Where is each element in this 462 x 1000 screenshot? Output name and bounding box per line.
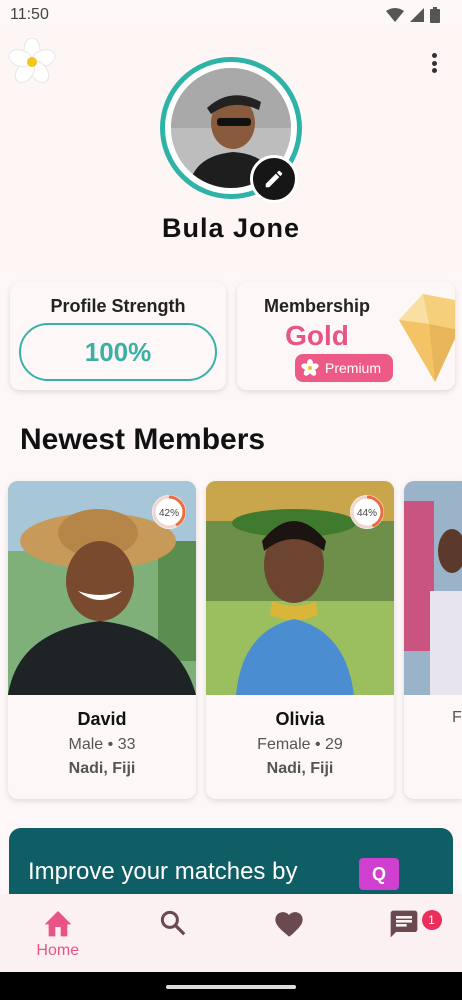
match-percent: 44% — [357, 508, 377, 519]
match-percent-ring: 44% — [350, 495, 384, 529]
nav-messages[interactable]: 1 — [347, 894, 462, 972]
member-info: Olivia Female • 29 Nadi, Fiji — [206, 695, 394, 778]
profile-header: Bula Jone — [0, 30, 462, 270]
profile-strength-value: 100% — [19, 323, 217, 381]
member-info: David Male • 33 Nadi, Fiji — [8, 695, 196, 778]
membership-tier: Gold — [285, 320, 349, 351]
member-photo — [404, 481, 462, 695]
nav-search[interactable] — [116, 894, 232, 972]
edit-profile-button[interactable] — [250, 155, 298, 203]
home-icon — [44, 911, 72, 937]
nav-home-label: Home — [36, 942, 80, 959]
member-gender-age: Male • 33 — [68, 736, 136, 753]
newest-members-title: Newest Members — [20, 423, 266, 456]
profile-name: Bula Jone — [161, 213, 301, 243]
system-navigation-bar — [0, 972, 462, 1000]
plumeria-icon — [301, 359, 319, 376]
nav-home[interactable]: Home — [0, 894, 116, 972]
member-name: Olivia — [275, 709, 325, 729]
membership-title: Membership — [263, 296, 371, 316]
member-gender-age: Female • 29 — [257, 736, 343, 753]
member-card-david[interactable]: 42% David Male • 33 Nadi, Fiji — [8, 481, 196, 799]
bottom-navigation: Home 1 — [0, 894, 462, 972]
member-gender-age: F — [452, 709, 462, 726]
pencil-icon — [265, 170, 283, 188]
promo-text: Improve your matches by — [28, 858, 298, 885]
wifi-icon — [386, 8, 404, 22]
status-bar: 11:50 — [0, 0, 462, 30]
member-location: Nadi, Fiji — [68, 760, 136, 777]
nav-favorites[interactable] — [231, 894, 347, 972]
member-name: David — [77, 709, 127, 729]
premium-badge: Premium — [295, 354, 393, 382]
member-card-olivia[interactable]: 44% Olivia Female • 29 Nadi, Fiji — [206, 481, 394, 799]
heart-icon — [275, 912, 303, 937]
member-card-partial[interactable]: F — [404, 481, 462, 799]
chat-icon — [390, 910, 418, 938]
premium-badge-label: Premium — [325, 360, 382, 376]
gold-gem-icon — [399, 294, 455, 382]
home-gesture-handle[interactable] — [166, 985, 296, 989]
messages-badge: 1 — [421, 910, 442, 930]
profile-strength-title: Profile Strength — [50, 296, 186, 316]
more-options-icon[interactable] — [424, 50, 444, 76]
member-location: Nadi, Fiji — [266, 760, 334, 777]
battery-icon — [430, 7, 440, 23]
status-time: 11:50 — [10, 6, 49, 23]
member-info: F — [404, 695, 462, 727]
promo-q-badge: Q — [359, 858, 399, 890]
profile-strength-card[interactable]: Profile Strength 100% — [10, 282, 226, 390]
membership-card[interactable]: Membership Gold Premium — [237, 282, 455, 390]
plumeria-logo-icon — [8, 38, 56, 83]
match-percent: 42% — [159, 508, 179, 519]
status-icons — [386, 7, 440, 23]
signal-icon — [410, 8, 424, 22]
search-icon — [161, 910, 186, 936]
match-percent-ring: 42% — [152, 495, 186, 529]
